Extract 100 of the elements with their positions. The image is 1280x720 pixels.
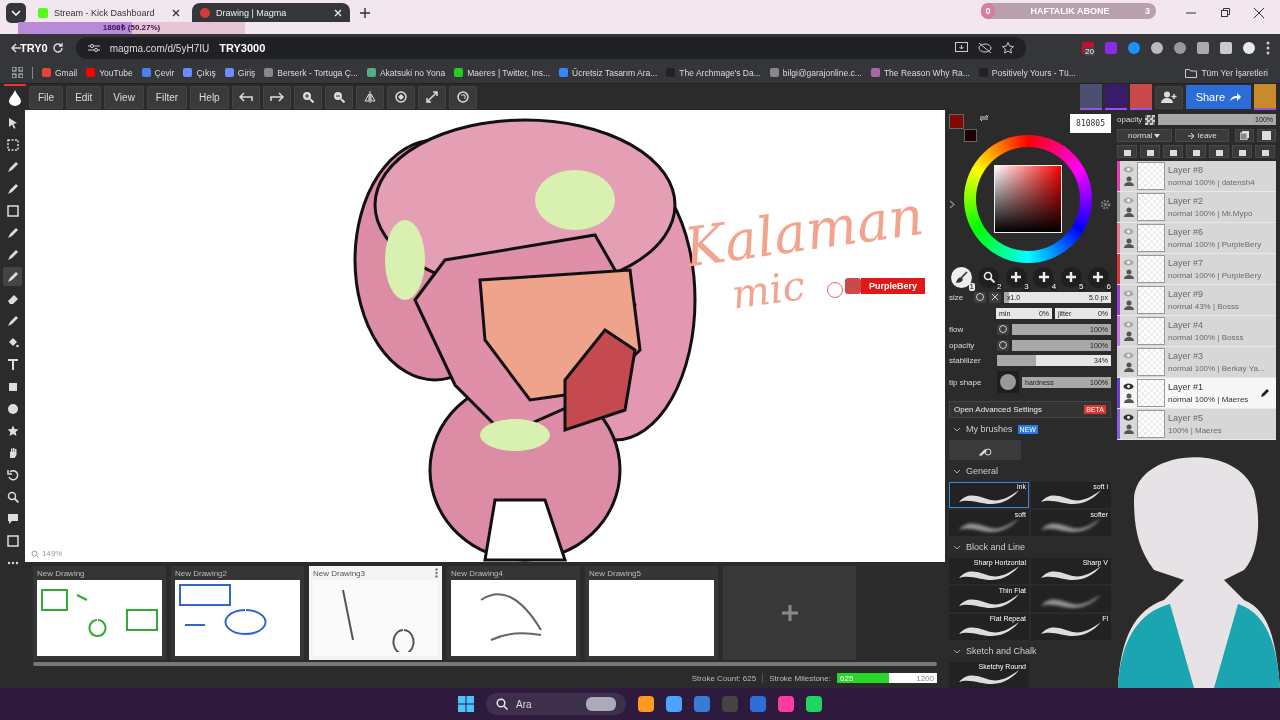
zoom-out-button[interactable] xyxy=(324,85,353,109)
media-icon[interactable] xyxy=(1220,42,1232,54)
zoom-in-button[interactable] xyxy=(293,85,322,109)
taskbar-app-icon[interactable] xyxy=(778,696,794,712)
browser-tab[interactable]: Stream - Kick Dashboard xyxy=(30,3,188,22)
bookmark-link[interactable]: bilgi@garajonline.c... xyxy=(769,67,862,78)
windows-logo-icon[interactable] xyxy=(458,696,474,712)
new-tab-icon[interactable] xyxy=(360,8,370,18)
folder-link[interactable]: Tüm Yer İşaretleri xyxy=(1185,67,1268,78)
cloud-icon[interactable] xyxy=(1174,42,1186,54)
chevron-down-icon[interactable] xyxy=(953,544,961,550)
layer-row[interactable]: Layer #6 normal 100% | PurpleBery xyxy=(1117,223,1276,254)
blend-mode-dropdown[interactable]: normal xyxy=(1117,129,1172,142)
taskbar-app-icon[interactable] xyxy=(750,696,766,712)
drawing-card[interactable]: New Drawing5 xyxy=(585,566,718,660)
profile-avatar[interactable] xyxy=(1243,42,1255,54)
kebab-menu-icon[interactable] xyxy=(435,568,438,578)
brush-slot[interactable]: 4 xyxy=(1033,266,1055,288)
bookmark-link[interactable]: YouTube xyxy=(86,67,133,78)
settings-icon[interactable] xyxy=(1100,198,1111,210)
close-icon[interactable] xyxy=(172,8,180,17)
eye-icon[interactable] xyxy=(1123,414,1134,421)
share-button[interactable]: Share xyxy=(1185,85,1251,109)
taskbar-search-field[interactable]: Ara xyxy=(486,693,626,715)
redo-button[interactable] xyxy=(262,85,291,109)
brush-group-title[interactable]: Sketch and Chalk xyxy=(966,646,1037,656)
bookmark-link[interactable]: The Archmage's Da... xyxy=(666,67,761,78)
menu-button[interactable]: Filter xyxy=(146,85,188,109)
menu-button[interactable]: Edit xyxy=(66,85,102,109)
brush-slot[interactable]: 6 xyxy=(1087,266,1109,288)
tip-shape-preview[interactable] xyxy=(997,371,1019,394)
layer-row[interactable]: Layer #5 100% | Maeres xyxy=(1117,409,1276,440)
extension-icon[interactable]: 20 xyxy=(1082,42,1094,54)
bookmark-link[interactable]: Berserk - Tortuga Ç... xyxy=(264,67,358,78)
lock-button[interactable] xyxy=(1117,145,1137,158)
puzzle-icon[interactable] xyxy=(1197,42,1209,54)
bookmark-link[interactable]: Maeres | Twitter, Ins... xyxy=(454,67,550,78)
brush-group-title[interactable]: Block and Line xyxy=(966,542,1026,552)
saturation-square[interactable] xyxy=(993,165,1062,234)
user-avatar[interactable] xyxy=(1104,84,1127,110)
bookmark-link[interactable]: Giriş xyxy=(224,67,256,78)
chevron-down-icon[interactable] xyxy=(953,648,961,654)
bookmark-link[interactable]: The Reason Why Ra... xyxy=(870,67,970,78)
bookmark-link[interactable]: Ücretsiz Tasarım Ara... xyxy=(559,67,658,78)
primary-color-swatch[interactable] xyxy=(949,114,964,129)
layer-row[interactable]: Layer #9 normal 43% | Bosss xyxy=(1117,285,1276,316)
brush-group-title[interactable]: General xyxy=(966,466,999,476)
drawing-canvas[interactable]: Kalaman mic PurpleBery 149% xyxy=(25,110,945,562)
close-icon[interactable] xyxy=(989,291,1001,303)
drawing-card[interactable]: New Drawing2 xyxy=(171,566,304,660)
fullscreen-button[interactable] xyxy=(417,85,446,109)
browser-tab[interactable]: Drawing | Magma xyxy=(192,3,350,22)
layer-row[interactable]: Layer #2 normal 100% | Mr.Mypo xyxy=(1117,192,1276,223)
brush-preset[interactable] xyxy=(1031,586,1111,612)
brush-slot[interactable]: 5 xyxy=(1060,266,1082,288)
add-button[interactable] xyxy=(1186,145,1206,158)
add-brush-button[interactable] xyxy=(949,440,1021,460)
menu-button[interactable]: Help xyxy=(190,85,229,109)
pressure-icon[interactable] xyxy=(974,291,986,303)
pressure-icon[interactable] xyxy=(997,339,1009,351)
taskbar-app-icon[interactable] xyxy=(638,696,654,712)
taskbar-app-icon[interactable] xyxy=(694,696,710,712)
checkerboard-icon[interactable] xyxy=(1145,114,1156,125)
bookmark-link[interactable]: Akatsuki no Yona xyxy=(366,67,446,78)
install-icon[interactable] xyxy=(954,42,968,54)
layer-row[interactable]: Layer #3 normal 100% | Berkay Ya... xyxy=(1117,347,1276,378)
chevron-down-icon[interactable] xyxy=(953,468,961,474)
layer-row[interactable]: Layer #1 normal 100% | Maeres xyxy=(1117,378,1276,409)
expand-icon[interactable] xyxy=(949,199,955,209)
brush-tool-icon[interactable] xyxy=(3,267,22,286)
back-icon[interactable] xyxy=(10,42,22,54)
user-avatar[interactable] xyxy=(1079,84,1102,110)
drawing-card[interactable]: New Drawing xyxy=(33,566,166,660)
drawing-card[interactable]: New Drawing3 xyxy=(309,566,442,660)
hex-color-field[interactable]: 810805 xyxy=(1070,114,1111,133)
kebab-menu-icon[interactable] xyxy=(1266,41,1270,55)
rotate-reset-button[interactable] xyxy=(448,85,477,109)
tab-search-button[interactable] xyxy=(6,3,26,23)
taskbar-app-icon[interactable] xyxy=(806,696,822,712)
bookmark-link[interactable]: Positively Yours - Tü... xyxy=(978,67,1076,78)
clip-button[interactable] xyxy=(1140,145,1160,158)
bookmark-link[interactable]: Çıkış xyxy=(183,67,216,78)
address-bar[interactable]: magma.com/d/5yH7IU TRY3000 xyxy=(75,37,1026,59)
duplicate-button[interactable] xyxy=(1235,129,1254,142)
brush-slot[interactable]: 3 xyxy=(1005,266,1027,288)
bulb-icon[interactable] xyxy=(1151,42,1163,54)
menu-button[interactable]: File xyxy=(29,85,64,109)
trash-button[interactable] xyxy=(1255,145,1275,158)
undo-button[interactable] xyxy=(231,85,260,109)
brush-group-title[interactable]: My brushes xyxy=(966,424,1013,434)
apps-grid-icon[interactable] xyxy=(12,67,23,78)
layer-row[interactable]: Layer #8 normal 100% | datensh4 xyxy=(1117,161,1276,192)
site-settings-icon[interactable] xyxy=(87,43,100,53)
star-icon[interactable] xyxy=(1001,42,1014,54)
chevron-down-icon[interactable] xyxy=(953,426,961,432)
bookmark-link[interactable]: Çevir xyxy=(141,67,175,78)
taskbar-app-icon[interactable] xyxy=(666,696,682,712)
swap-icon[interactable] xyxy=(979,114,989,122)
brush-slot[interactable]: 1 xyxy=(951,266,972,288)
reload-icon[interactable] xyxy=(51,42,64,54)
